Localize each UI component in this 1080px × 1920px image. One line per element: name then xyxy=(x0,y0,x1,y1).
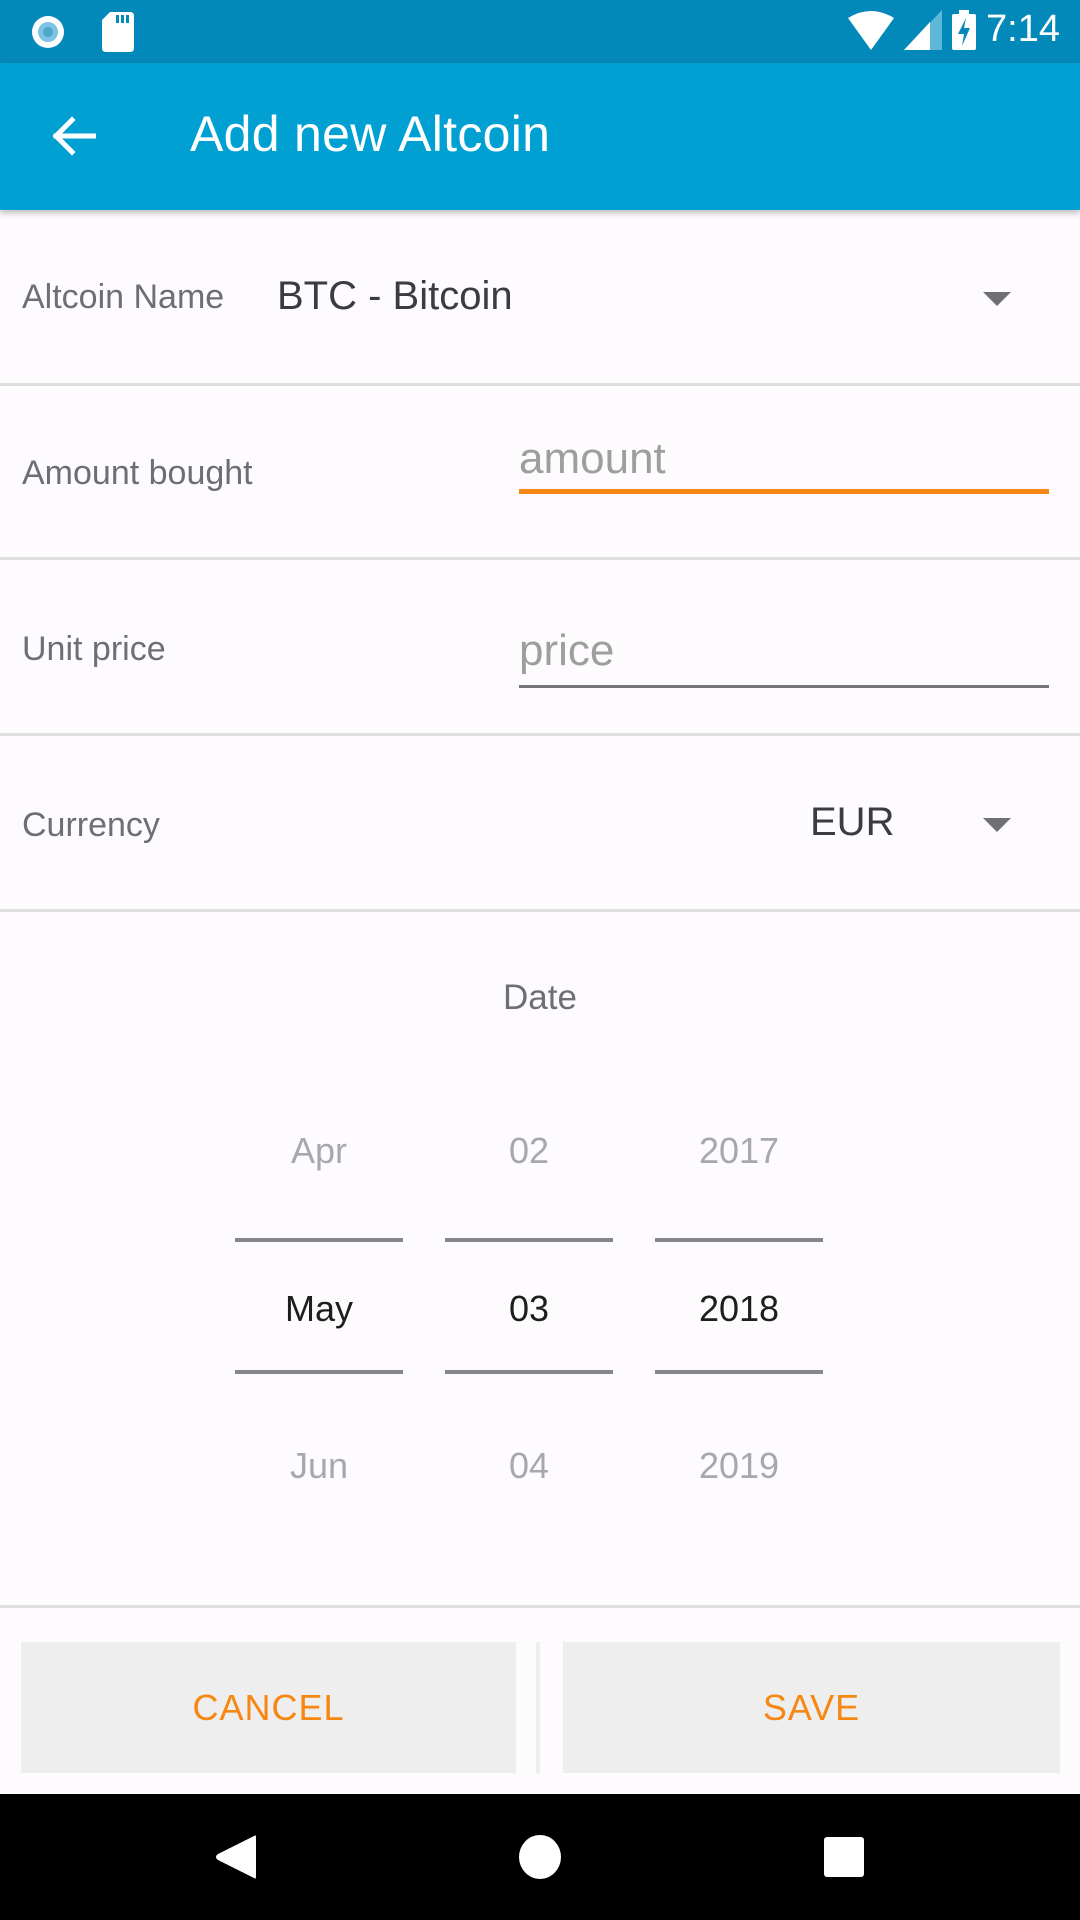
back-button[interactable] xyxy=(40,103,106,169)
picker-divider xyxy=(655,1238,823,1242)
status-bar: 7:14 xyxy=(0,0,1080,63)
price-label: Unit price xyxy=(22,630,166,668)
altcoin-label: Altcoin Name xyxy=(22,278,225,316)
amount-input[interactable]: amount xyxy=(519,424,1049,494)
page-title: Add new Altcoin xyxy=(190,106,551,162)
currency-label: Currency xyxy=(22,806,160,844)
app-toolbar: Add new Altcoin xyxy=(0,63,1080,210)
month-prev[interactable]: Apr xyxy=(235,1130,403,1172)
picker-divider xyxy=(235,1238,403,1242)
button-separator xyxy=(536,1642,540,1773)
date-label: Date xyxy=(503,978,577,1017)
wifi-icon xyxy=(848,10,895,50)
cancel-button[interactable]: CANCEL xyxy=(21,1642,516,1773)
nav-recents-icon[interactable] xyxy=(823,1836,865,1878)
actions-divider xyxy=(0,1605,1080,1608)
price-input[interactable]: price xyxy=(519,618,1049,688)
dropdown-caret-icon xyxy=(983,292,1011,306)
currency-spinner[interactable]: EUR xyxy=(790,776,1060,872)
currency-row: Currency EUR xyxy=(0,736,1080,912)
picker-divider xyxy=(655,1370,823,1374)
currency-value: EUR xyxy=(810,800,895,844)
dropdown-caret-icon xyxy=(983,818,1011,832)
altcoin-spinner[interactable]: BTC - Bitcoin xyxy=(270,250,1060,346)
month-picker[interactable]: Apr May Jun xyxy=(235,1100,403,1500)
picker-divider xyxy=(445,1370,613,1374)
picker-divider xyxy=(235,1370,403,1374)
day-selected[interactable]: 03 xyxy=(445,1288,613,1330)
save-button[interactable]: SAVE xyxy=(563,1642,1060,1773)
battery-charging-icon xyxy=(952,9,977,50)
year-next[interactable]: 2019 xyxy=(655,1445,823,1487)
month-selected[interactable]: May xyxy=(235,1288,403,1330)
amount-row: Amount bought amount xyxy=(0,384,1080,560)
picker-divider xyxy=(445,1238,613,1242)
nav-back-icon[interactable] xyxy=(214,1834,258,1880)
altcoin-row: Altcoin Name BTC - Bitcoin xyxy=(0,210,1080,386)
price-row: Unit price price xyxy=(0,560,1080,736)
day-prev[interactable]: 02 xyxy=(445,1130,613,1172)
status-time: 7:14 xyxy=(986,8,1060,50)
year-picker[interactable]: 2017 2018 2019 xyxy=(655,1100,823,1500)
sd-card-icon xyxy=(102,12,134,52)
cell-signal-icon xyxy=(904,9,943,50)
month-next[interactable]: Jun xyxy=(235,1445,403,1487)
navigation-bar xyxy=(0,1794,1080,1920)
day-picker[interactable]: 02 03 04 xyxy=(445,1100,613,1500)
amount-label: Amount bought xyxy=(22,454,253,492)
year-selected[interactable]: 2018 xyxy=(655,1288,823,1330)
day-next[interactable]: 04 xyxy=(445,1445,613,1487)
arrow-back-icon xyxy=(52,116,96,156)
year-prev[interactable]: 2017 xyxy=(655,1130,823,1172)
price-placeholder: price xyxy=(519,626,615,675)
nav-home-icon[interactable] xyxy=(518,1834,562,1880)
notification-circle-icon xyxy=(32,16,64,48)
altcoin-value: BTC - Bitcoin xyxy=(277,274,513,318)
amount-placeholder: amount xyxy=(519,434,666,483)
